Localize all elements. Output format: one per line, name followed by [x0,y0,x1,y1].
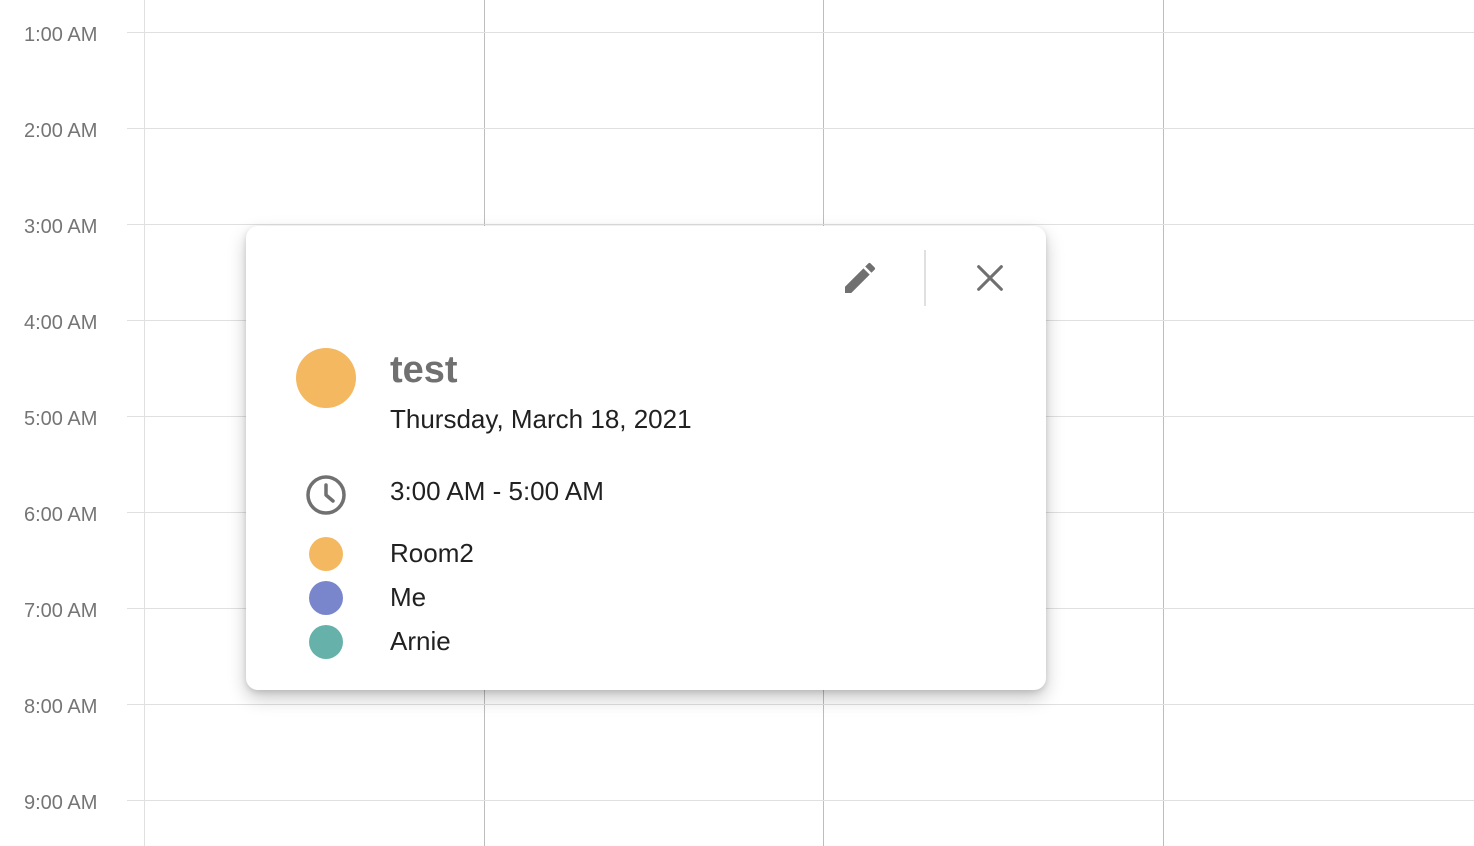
event-title: test [390,349,458,391]
edit-button[interactable] [836,254,884,302]
resource-item: Arnie [306,624,906,660]
calendar-week-view: 1:00 AM 2:00 AM 3:00 AM 4:00 AM 5:00 AM … [0,0,1474,846]
time-label: 1:00 AM [24,24,98,46]
resource-color-dot [309,625,343,659]
time-label: 4:00 AM [24,312,98,334]
resource-item: Me [306,580,906,616]
toolbar-divider [924,250,926,306]
resource-item: Room2 [306,536,906,572]
column-divider [144,0,145,846]
time-label: 5:00 AM [24,408,98,430]
time-label: 3:00 AM [24,216,98,238]
pencil-icon [845,262,876,293]
close-button[interactable] [966,254,1014,302]
time-label: 6:00 AM [24,504,98,526]
close-icon [977,265,1003,291]
hour-line [127,32,1474,33]
time-label: 2:00 AM [24,120,98,142]
hour-line [127,704,1474,705]
resource-color-dot [309,581,343,615]
time-label: 9:00 AM [24,792,98,814]
hour-line [127,128,1474,129]
resource-color-dot [309,537,343,571]
time-label: 7:00 AM [24,600,98,622]
event-color-dot [296,348,356,408]
event-date: Thursday, March 18, 2021 [390,404,692,434]
hour-line [127,800,1474,801]
event-time-range: 3:00 AM - 5:00 AM [390,476,604,506]
resource-name: Arnie [390,626,451,656]
clock-icon [306,475,346,515]
time-label: 8:00 AM [24,696,98,718]
hour-line [127,224,1474,225]
event-details-popup: test Thursday, March 18, 2021 3:00 AM - … [246,226,1046,690]
column-divider [1163,0,1164,846]
resource-name: Me [390,582,427,612]
resource-name: Room2 [390,538,474,568]
